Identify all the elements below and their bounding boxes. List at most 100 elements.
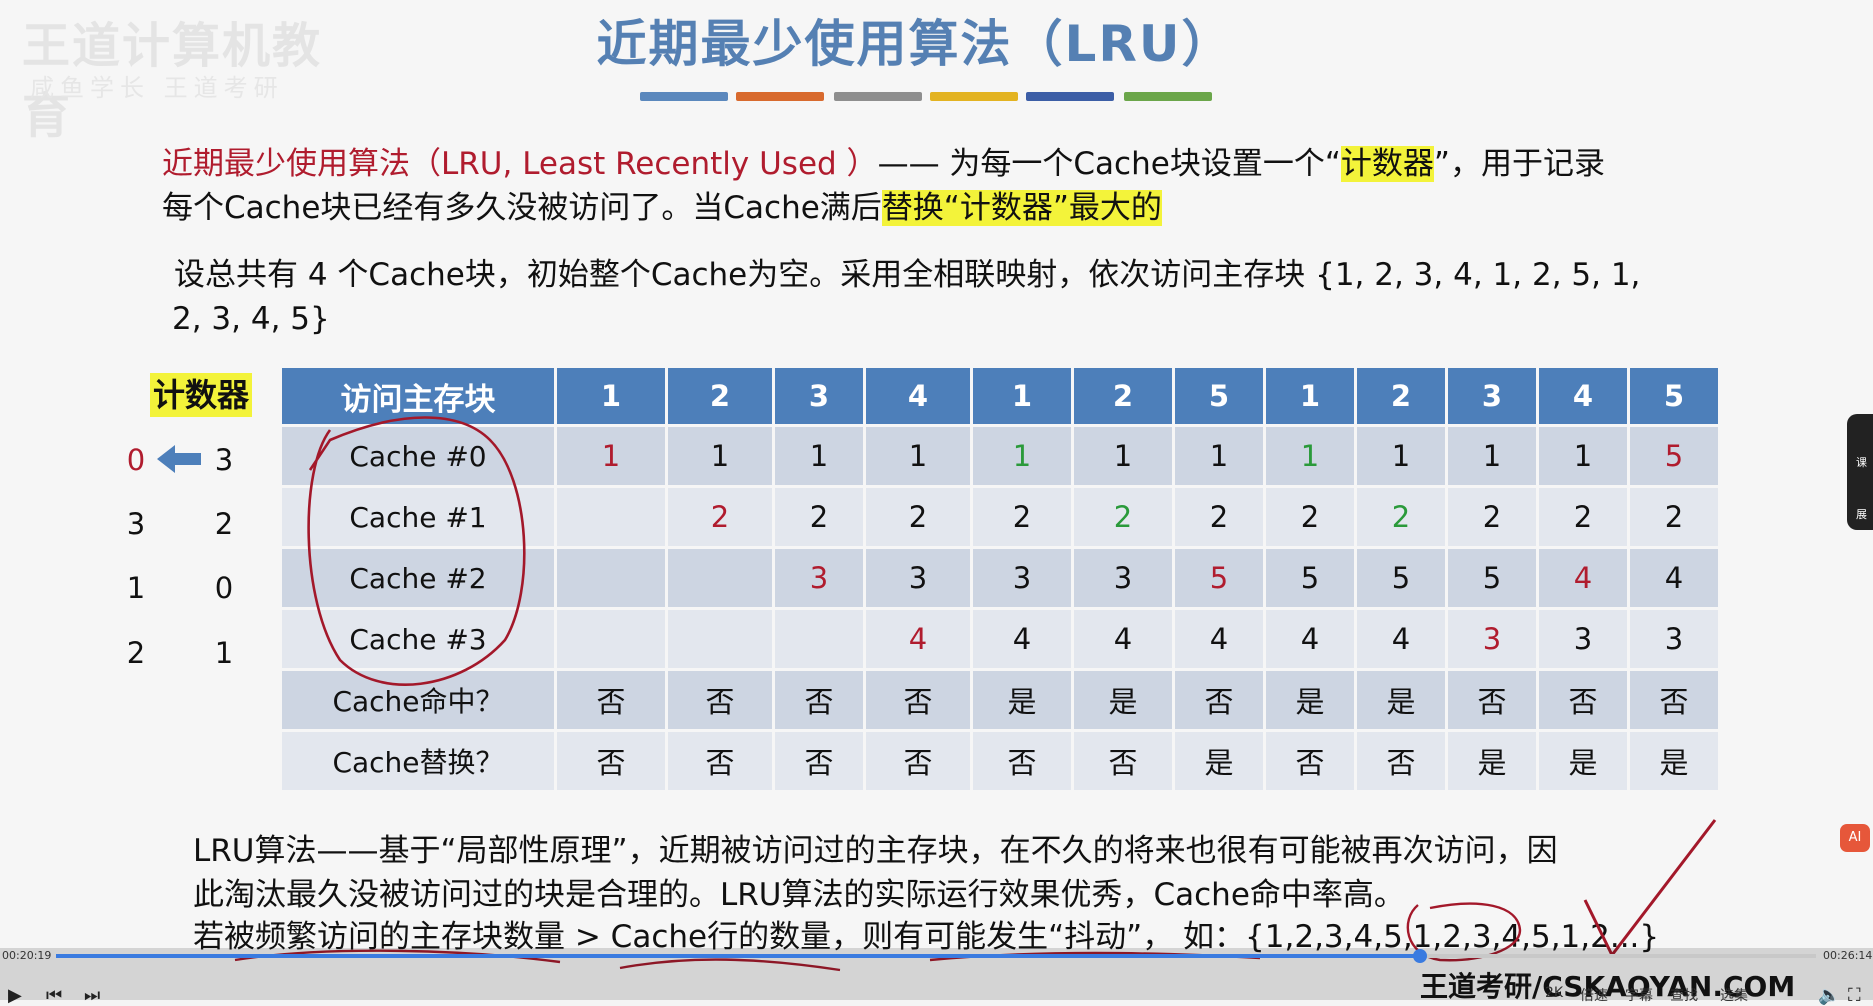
side-panel-item-expand[interactable]: 展 bbox=[1856, 506, 1867, 522]
progress-knob[interactable] bbox=[1413, 949, 1427, 963]
search-button[interactable]: 查找 bbox=[1670, 985, 1698, 1005]
volume-icon[interactable]: 🔈 bbox=[1818, 985, 1840, 1006]
title-color-bar bbox=[930, 92, 1018, 101]
access-header: 2 bbox=[1074, 368, 1172, 424]
table-cell: 4 bbox=[1630, 549, 1718, 607]
table-cell: 是 bbox=[1175, 732, 1263, 790]
definition-rest: ”，用于记录 bbox=[1433, 146, 1605, 182]
table-cell: 3 bbox=[1074, 549, 1172, 607]
setup-line1: 设总共有 4 个Cache块，初始整个Cache为空。采用全相联映射，依次访问主… bbox=[174, 257, 1641, 293]
title-color-bar bbox=[640, 92, 728, 101]
table-cell bbox=[557, 610, 665, 668]
next-icon[interactable]: ⏭ bbox=[84, 985, 100, 1006]
table-cell: 4 bbox=[1539, 549, 1627, 607]
table-cell: 1 bbox=[775, 427, 863, 485]
previous-icon[interactable]: ⏮ bbox=[46, 985, 62, 1006]
table-cell: 1 bbox=[557, 427, 665, 485]
table-cell: 3 bbox=[775, 549, 863, 607]
table-cell: 1 bbox=[973, 427, 1071, 485]
access-header: 1 bbox=[973, 368, 1071, 424]
table-cell: 否 bbox=[1357, 732, 1445, 790]
side-panel-item-course[interactable]: 课 bbox=[1856, 454, 1867, 470]
table-cell: 否 bbox=[866, 732, 970, 790]
table-cell: 5 bbox=[1175, 549, 1263, 607]
row-label: Cache #0 bbox=[282, 427, 554, 485]
table-cell: 否 bbox=[1539, 671, 1627, 729]
access-header: 2 bbox=[1357, 368, 1445, 424]
speed-button[interactable]: 倍速 bbox=[1580, 985, 1608, 1005]
title-color-bar bbox=[736, 92, 824, 101]
row-label: Cache命中？ bbox=[282, 671, 554, 729]
table-cell: 否 bbox=[557, 671, 665, 729]
definition-dash: —— 为每一个Cache块设置一个“ bbox=[877, 146, 1341, 182]
table-cell: 2 bbox=[1357, 488, 1445, 546]
counter-before-0: 0 bbox=[126, 443, 146, 477]
row-label: Cache替换？ bbox=[282, 732, 554, 790]
conclusion-line2: 此淘汰最久没被访问过的块是合理的。LRU算法的实际运行效果优秀，Cache命中率… bbox=[193, 877, 1405, 913]
table-cell: 1 bbox=[1539, 427, 1627, 485]
table-cell: 1 bbox=[866, 427, 970, 485]
definition-line2: 每个Cache块已经有多久没被访问了。当Cache满后替换“计数器”最大的 bbox=[162, 186, 1162, 230]
row-label: Cache #2 bbox=[282, 549, 554, 607]
left-arrow-icon bbox=[157, 445, 201, 473]
ai-assistant-button[interactable]: AI bbox=[1840, 824, 1870, 852]
table-cell bbox=[557, 549, 665, 607]
table-cell: 4 bbox=[1357, 610, 1445, 668]
table-cell: 2 bbox=[775, 488, 863, 546]
table-cell: 否 bbox=[1448, 671, 1536, 729]
table-cell: 1 bbox=[1175, 427, 1263, 485]
time-current: 00:20:19 bbox=[2, 949, 52, 962]
table-cell: 是 bbox=[1630, 732, 1718, 790]
episode-select-button[interactable]: 选集 bbox=[1720, 985, 1748, 1005]
table-row: Cache #1 2 2 2 2 2 2 2 2 2 2 2 bbox=[282, 488, 1718, 546]
table-cell: 4 bbox=[973, 610, 1071, 668]
table-cell: 否 bbox=[1266, 732, 1354, 790]
subtitle-button[interactable]: 字幕 bbox=[1625, 985, 1653, 1005]
table-cell: 是 bbox=[1266, 671, 1354, 729]
progress-track[interactable] bbox=[56, 949, 1816, 963]
quality-button[interactable]: 2K bbox=[1545, 985, 1563, 1001]
table-cell: 2 bbox=[1630, 488, 1718, 546]
conclusion-line1: LRU算法——基于“局部性原理”，近期被访问过的主存块，在不久的将来也很有可能被… bbox=[193, 833, 1558, 869]
counter-after-1: 2 bbox=[214, 507, 234, 541]
table-cell bbox=[775, 610, 863, 668]
row-label: Cache #3 bbox=[282, 610, 554, 668]
play-icon[interactable]: ▶ bbox=[8, 985, 22, 1006]
page-title: 近期最少使用算法（LRU） bbox=[596, 15, 1234, 73]
table-cell: 否 bbox=[557, 732, 665, 790]
counter-label: 计数器 bbox=[150, 373, 253, 417]
table-cell: 1 bbox=[668, 427, 772, 485]
table-cell: 否 bbox=[1630, 671, 1718, 729]
table-cell: 5 bbox=[1266, 549, 1354, 607]
fullscreen-icon[interactable]: ⛶ bbox=[1848, 985, 1861, 1006]
table-row: Cache #0 1 1 1 1 1 1 1 1 1 1 1 5 bbox=[282, 427, 1718, 485]
table-cell: 否 bbox=[668, 671, 772, 729]
table-cell: 2 bbox=[1539, 488, 1627, 546]
setup-line2: 2, 3, 4, 5} bbox=[172, 301, 330, 337]
side-panel[interactable]: 课 展 bbox=[1847, 414, 1873, 530]
table-cell: 否 bbox=[1175, 671, 1263, 729]
title-color-bar bbox=[834, 92, 922, 101]
table-cell: 4 bbox=[1074, 610, 1172, 668]
table-cell: 2 bbox=[1175, 488, 1263, 546]
table-row: Cache #3 4 4 4 4 4 4 3 3 3 bbox=[282, 610, 1718, 668]
table-cell bbox=[668, 549, 772, 607]
replace-rule-highlight: 替换“计数器”最大的 bbox=[881, 190, 1162, 226]
access-header: 5 bbox=[1630, 368, 1718, 424]
table-cell: 4 bbox=[866, 610, 970, 668]
table-cell: 是 bbox=[1448, 732, 1536, 790]
table-cell: 是 bbox=[973, 671, 1071, 729]
row-label: Cache #1 bbox=[282, 488, 554, 546]
table-cell: 否 bbox=[775, 671, 863, 729]
table-cell: 4 bbox=[1175, 610, 1263, 668]
counter-before-1: 3 bbox=[126, 507, 146, 541]
table-cell: 1 bbox=[1074, 427, 1172, 485]
time-total: 00:26:14 bbox=[1823, 949, 1873, 962]
table-cell: 是 bbox=[1074, 671, 1172, 729]
title-color-bar bbox=[1124, 92, 1212, 101]
table-cell: 1 bbox=[1448, 427, 1536, 485]
table-cell: 5 bbox=[1357, 549, 1445, 607]
counter-after-3: 1 bbox=[214, 636, 234, 670]
table-cell: 2 bbox=[973, 488, 1071, 546]
table-cell: 否 bbox=[973, 732, 1071, 790]
